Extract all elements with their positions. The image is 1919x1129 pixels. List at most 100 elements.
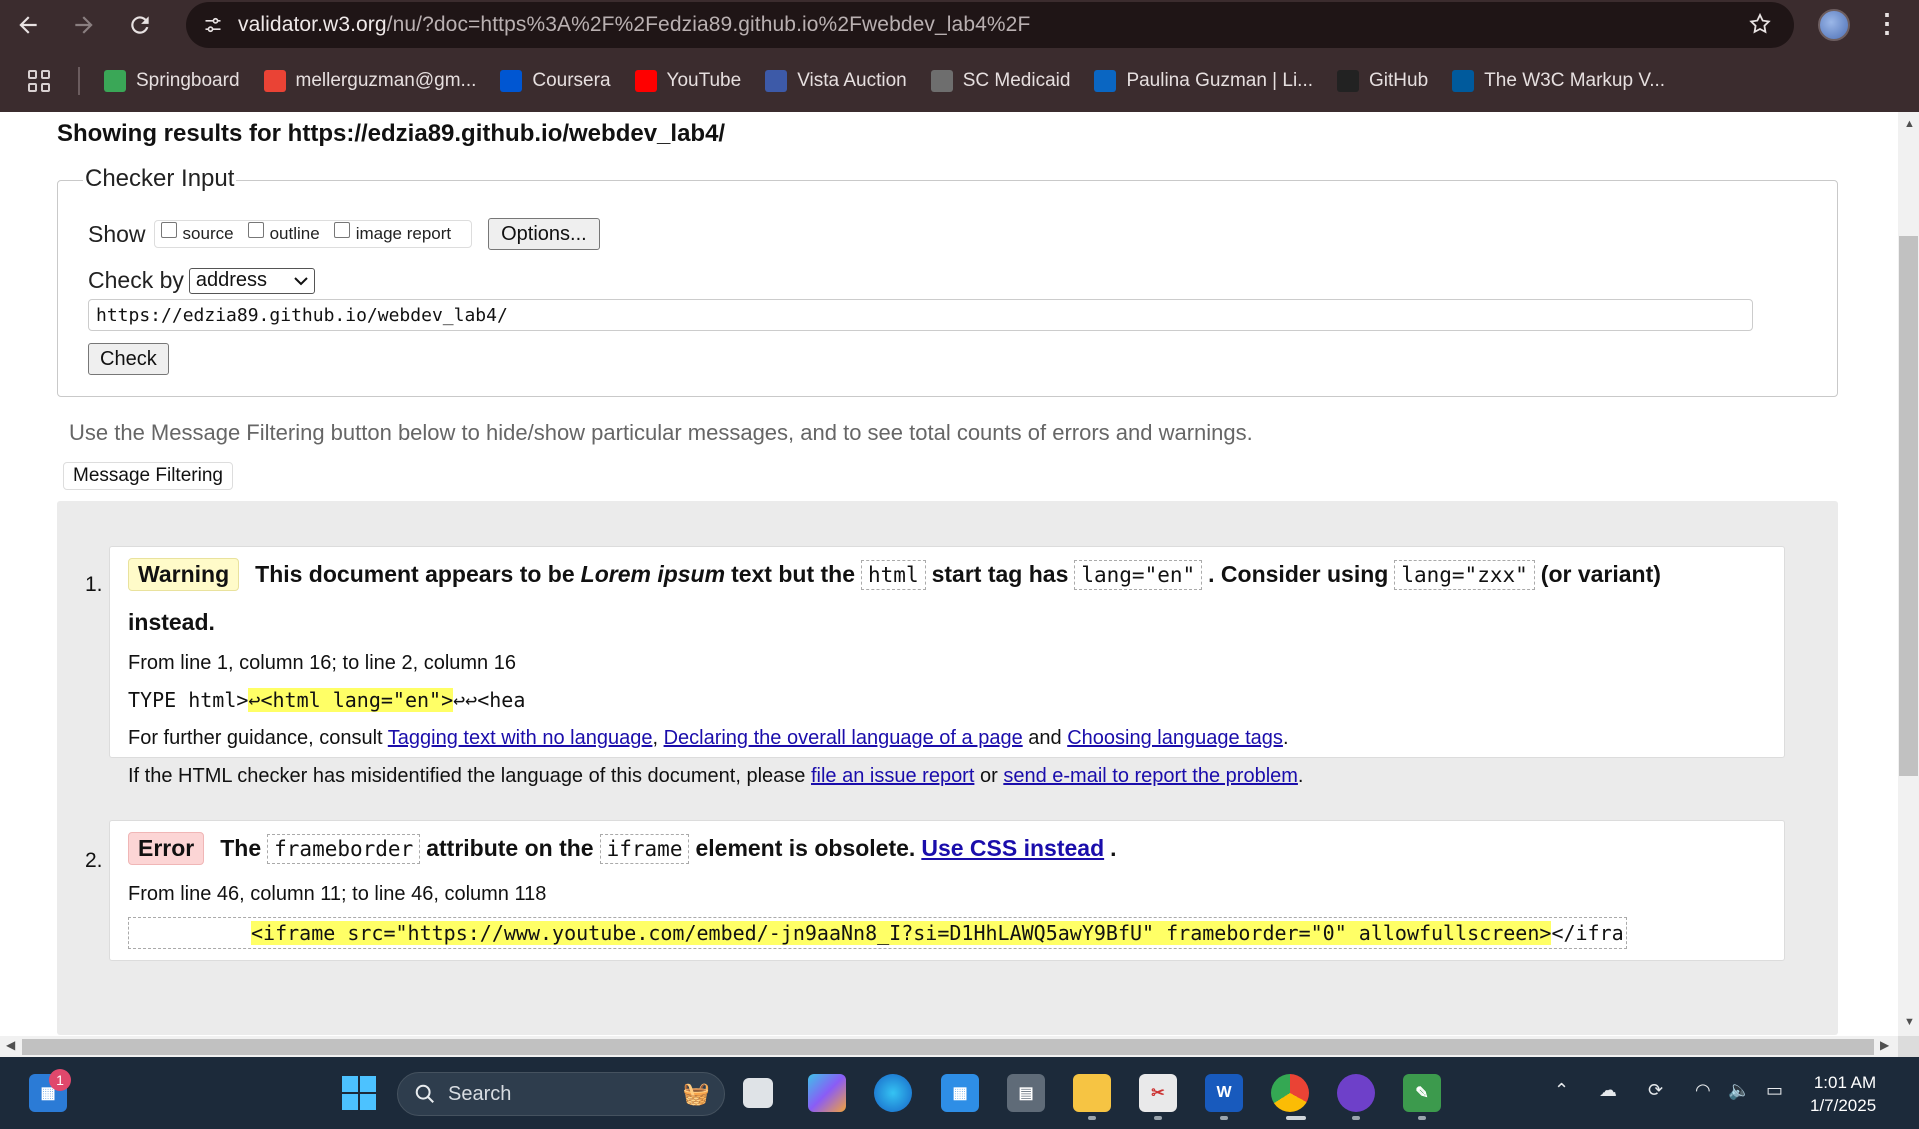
w3c-icon <box>1452 70 1475 92</box>
file-explorer-icon[interactable] <box>1073 1074 1111 1112</box>
chrome-icon[interactable] <box>1271 1074 1309 1112</box>
volume-icon[interactable]: 🔈 <box>1728 1080 1750 1101</box>
bookmark-item[interactable]: Springboard <box>104 70 240 92</box>
profile-avatar[interactable] <box>1818 9 1850 41</box>
linkedin-icon <box>1094 70 1117 92</box>
snipping-tool-icon[interactable]: ✂ <box>1139 1074 1177 1112</box>
calendar-icon[interactable]: ▦ <box>941 1074 979 1112</box>
check-button[interactable]: Check <box>88 343 169 375</box>
extract-highlight: <iframe src="https://www.youtube.com/emb… <box>251 921 1552 945</box>
bookmark-label: The W3C Markup V... <box>1484 70 1666 91</box>
period: . <box>1297 765 1304 787</box>
wifi-icon[interactable]: ◠ <box>1695 1080 1711 1101</box>
image-report-checkbox[interactable]: image report <box>333 222 451 244</box>
file-issue-link[interactable]: file an issue report <box>811 765 974 787</box>
results-heading: Showing results for https://edzia89.gith… <box>57 120 726 147</box>
message-text: (or variant) <box>1540 561 1661 587</box>
edge-icon[interactable] <box>874 1074 912 1112</box>
choosing-tags-link[interactable]: Choosing language tags <box>1067 727 1283 749</box>
tagging-text-link[interactable]: Tagging text with no language <box>388 727 653 749</box>
source-checkbox[interactable]: source <box>160 222 234 244</box>
springboard-icon <box>104 70 126 92</box>
battery-icon[interactable]: ▭ <box>1766 1080 1783 1101</box>
use-css-link[interactable]: Use CSS instead <box>921 835 1104 862</box>
github-desktop-icon[interactable] <box>1337 1074 1375 1112</box>
url-path: /nu/?doc=https%3A%2F%2Fedzia89.github.io… <box>386 13 1031 36</box>
horizontal-scrollbar-thumb[interactable] <box>22 1039 1874 1055</box>
site-info-icon[interactable] <box>198 10 228 40</box>
bookmark-label: Vista Auction <box>797 70 907 91</box>
notification-badge: 1 <box>49 1069 71 1091</box>
vertical-scrollbar-thumb[interactable] <box>1899 236 1918 776</box>
start-button[interactable] <box>340 1074 378 1112</box>
calculator-icon[interactable]: ▤ <box>1007 1074 1045 1112</box>
scroll-down-arrow-icon[interactable]: ▼ <box>1904 1016 1915 1028</box>
outline-checkbox[interactable]: outline <box>247 222 320 244</box>
extract-text: ↩↩<hea <box>453 688 526 712</box>
message-code: iframe <box>599 833 690 864</box>
results-panel: 1. Warning This document appears to be L… <box>57 501 1838 1035</box>
message-text: attribute on the <box>426 835 594 861</box>
message-text: start tag has <box>931 561 1069 587</box>
guidance-line: For further guidance, consult Tagging te… <box>128 727 1289 750</box>
scroll-up-arrow-icon[interactable]: ▲ <box>1904 118 1915 130</box>
bookmark-label: GitHub <box>1369 70 1429 91</box>
bookmark-item[interactable]: GitHub <box>1337 70 1428 92</box>
declaring-language-link[interactable]: Declaring the overall language of a page <box>664 727 1023 749</box>
message-text: This document appears to be <box>255 561 575 587</box>
vista-auction-icon <box>765 70 788 92</box>
extract-text: TYPE html> <box>128 688 249 712</box>
check-by-select[interactable]: address <box>188 267 315 294</box>
checkbox-box[interactable] <box>247 222 264 238</box>
bookmark-item[interactable]: mellerguzman@gm... <box>263 70 477 92</box>
bookmark-item[interactable]: YouTube <box>634 70 741 92</box>
show-options-group: source outline image report <box>153 220 473 248</box>
options-button[interactable]: Options... <box>488 218 600 250</box>
address-input[interactable]: https://edzia89.github.io/webdev_lab4/ <box>88 299 1753 331</box>
bookmark-item[interactable]: The W3C Markup V... <box>1452 70 1665 92</box>
taskbar-search-box[interactable]: Search 🧺 <box>397 1072 725 1116</box>
apps-grid-icon[interactable] <box>28 70 50 92</box>
checkbox-box[interactable] <box>160 222 177 238</box>
scroll-right-arrow-icon[interactable]: ▶ <box>1880 1038 1889 1052</box>
forward-arrow-icon <box>75 16 93 34</box>
notepad-icon[interactable]: ✎ <box>1403 1074 1441 1112</box>
filter-note: Use the Message Filtering button below t… <box>69 420 1253 445</box>
checkbox-box[interactable] <box>333 222 350 238</box>
error-text-line: Error The frameborder attribute on the i… <box>128 832 1117 865</box>
bookmark-item[interactable]: Coursera <box>500 70 611 92</box>
misidentified-text: or <box>979 765 998 787</box>
show-hidden-icons-chevron-icon[interactable]: ⌃ <box>1554 1080 1569 1101</box>
globe-icon <box>930 70 953 92</box>
message-code: frameborder <box>267 833 421 864</box>
back-button[interactable] <box>0 0 56 50</box>
task-view-icon[interactable] <box>743 1078 773 1108</box>
search-placeholder: Search <box>448 1082 512 1105</box>
period: . <box>1110 835 1117 861</box>
error-message: Error The frameborder attribute on the i… <box>109 820 1785 961</box>
word-icon[interactable]: W <box>1205 1074 1243 1112</box>
reload-button[interactable] <box>112 0 168 50</box>
send-email-link[interactable]: send e-mail to report the problem <box>1003 765 1298 787</box>
message-filtering-button[interactable]: Message Filtering <box>63 462 233 490</box>
bookmark-label: Paulina Guzman | Li... <box>1126 70 1314 91</box>
running-indicator <box>1352 1116 1360 1120</box>
taskbar-clock[interactable]: 1:01 AM 1/7/2025 <box>1810 1071 1876 1117</box>
onedrive-icon[interactable]: ☁ <box>1599 1080 1617 1101</box>
show-options-row: Show source outline image report Options… <box>88 218 600 250</box>
forward-button[interactable] <box>56 0 112 50</box>
browser-menu-icon[interactable]: ⋮ <box>1874 10 1900 36</box>
address-bar[interactable]: validator.w3.org/nu/?doc=https%3A%2F%2Fe… <box>186 2 1794 48</box>
message-number: 1. <box>85 573 103 596</box>
sync-icon[interactable]: ⟳ <box>1648 1080 1663 1101</box>
clock-date: 1/7/2025 <box>1810 1096 1877 1115</box>
scroll-left-arrow-icon[interactable]: ◀ <box>6 1038 15 1052</box>
bookmark-star-icon[interactable] <box>1748 12 1772 41</box>
bookmark-item[interactable]: Vista Auction <box>765 70 907 92</box>
bookmark-label: mellerguzman@gm... <box>295 70 477 91</box>
bookmark-item[interactable]: Paulina Guzman | Li... <box>1094 70 1313 92</box>
search-icon <box>415 1084 434 1103</box>
copilot-icon[interactable] <box>808 1074 846 1112</box>
bookmark-item[interactable]: SC Medicaid <box>930 70 1070 92</box>
comma: , <box>652 727 658 749</box>
